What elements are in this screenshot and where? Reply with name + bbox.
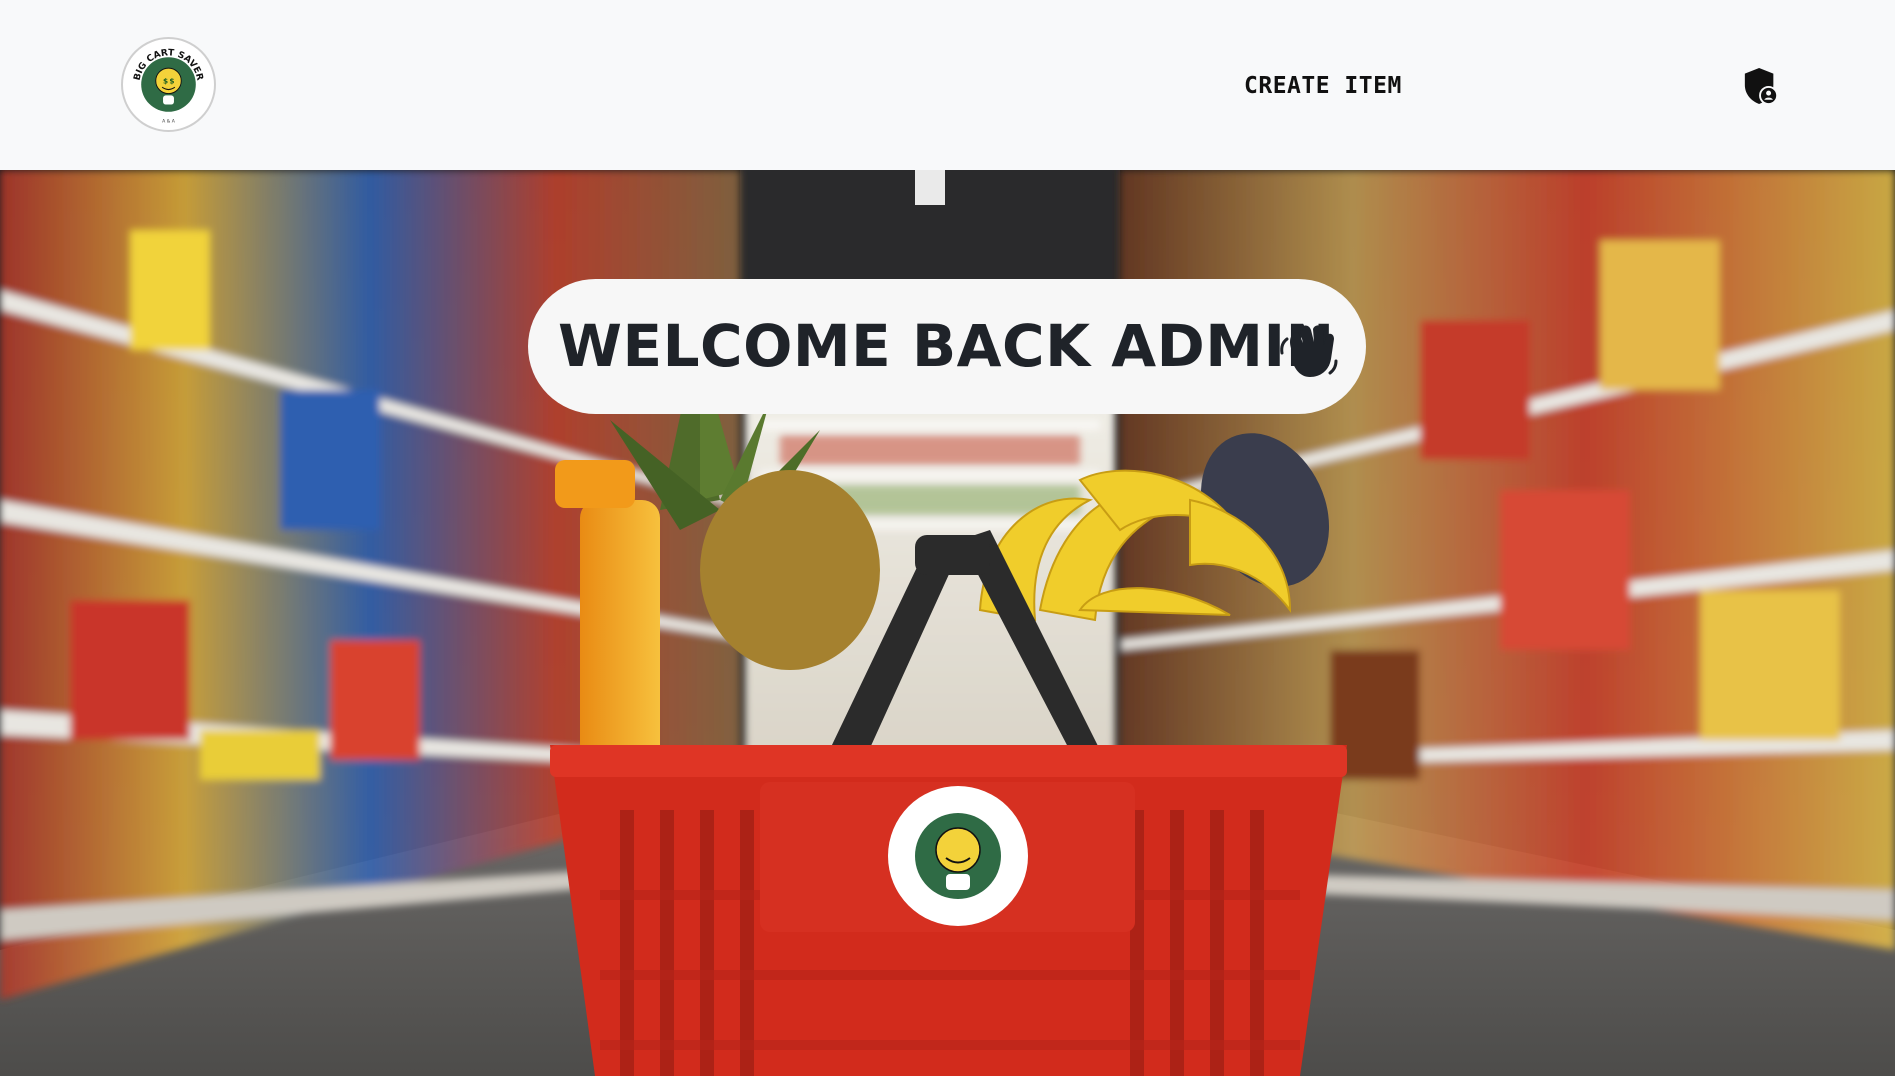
shield-user-icon[interactable]: [1742, 66, 1780, 106]
logo-sub-text: A & A: [162, 119, 176, 125]
welcome-heading: WELCOME BACK ADMIN: [558, 312, 1335, 380]
svg-text:$: $: [169, 77, 174, 86]
top-navbar: $ $ BIG CART SAVER A & A CREATE ITEM: [0, 0, 1895, 170]
welcome-banner: WELCOME BACK ADMIN: [528, 279, 1366, 414]
waving-hand-icon: [1278, 321, 1338, 379]
svg-text:$: $: [163, 77, 168, 86]
create-item-link[interactable]: CREATE ITEM: [1244, 70, 1402, 102]
big-cart-saver-logo-icon: $ $ BIG CART SAVER A & A: [124, 40, 213, 129]
brand-logo[interactable]: $ $ BIG CART SAVER A & A: [121, 37, 216, 132]
